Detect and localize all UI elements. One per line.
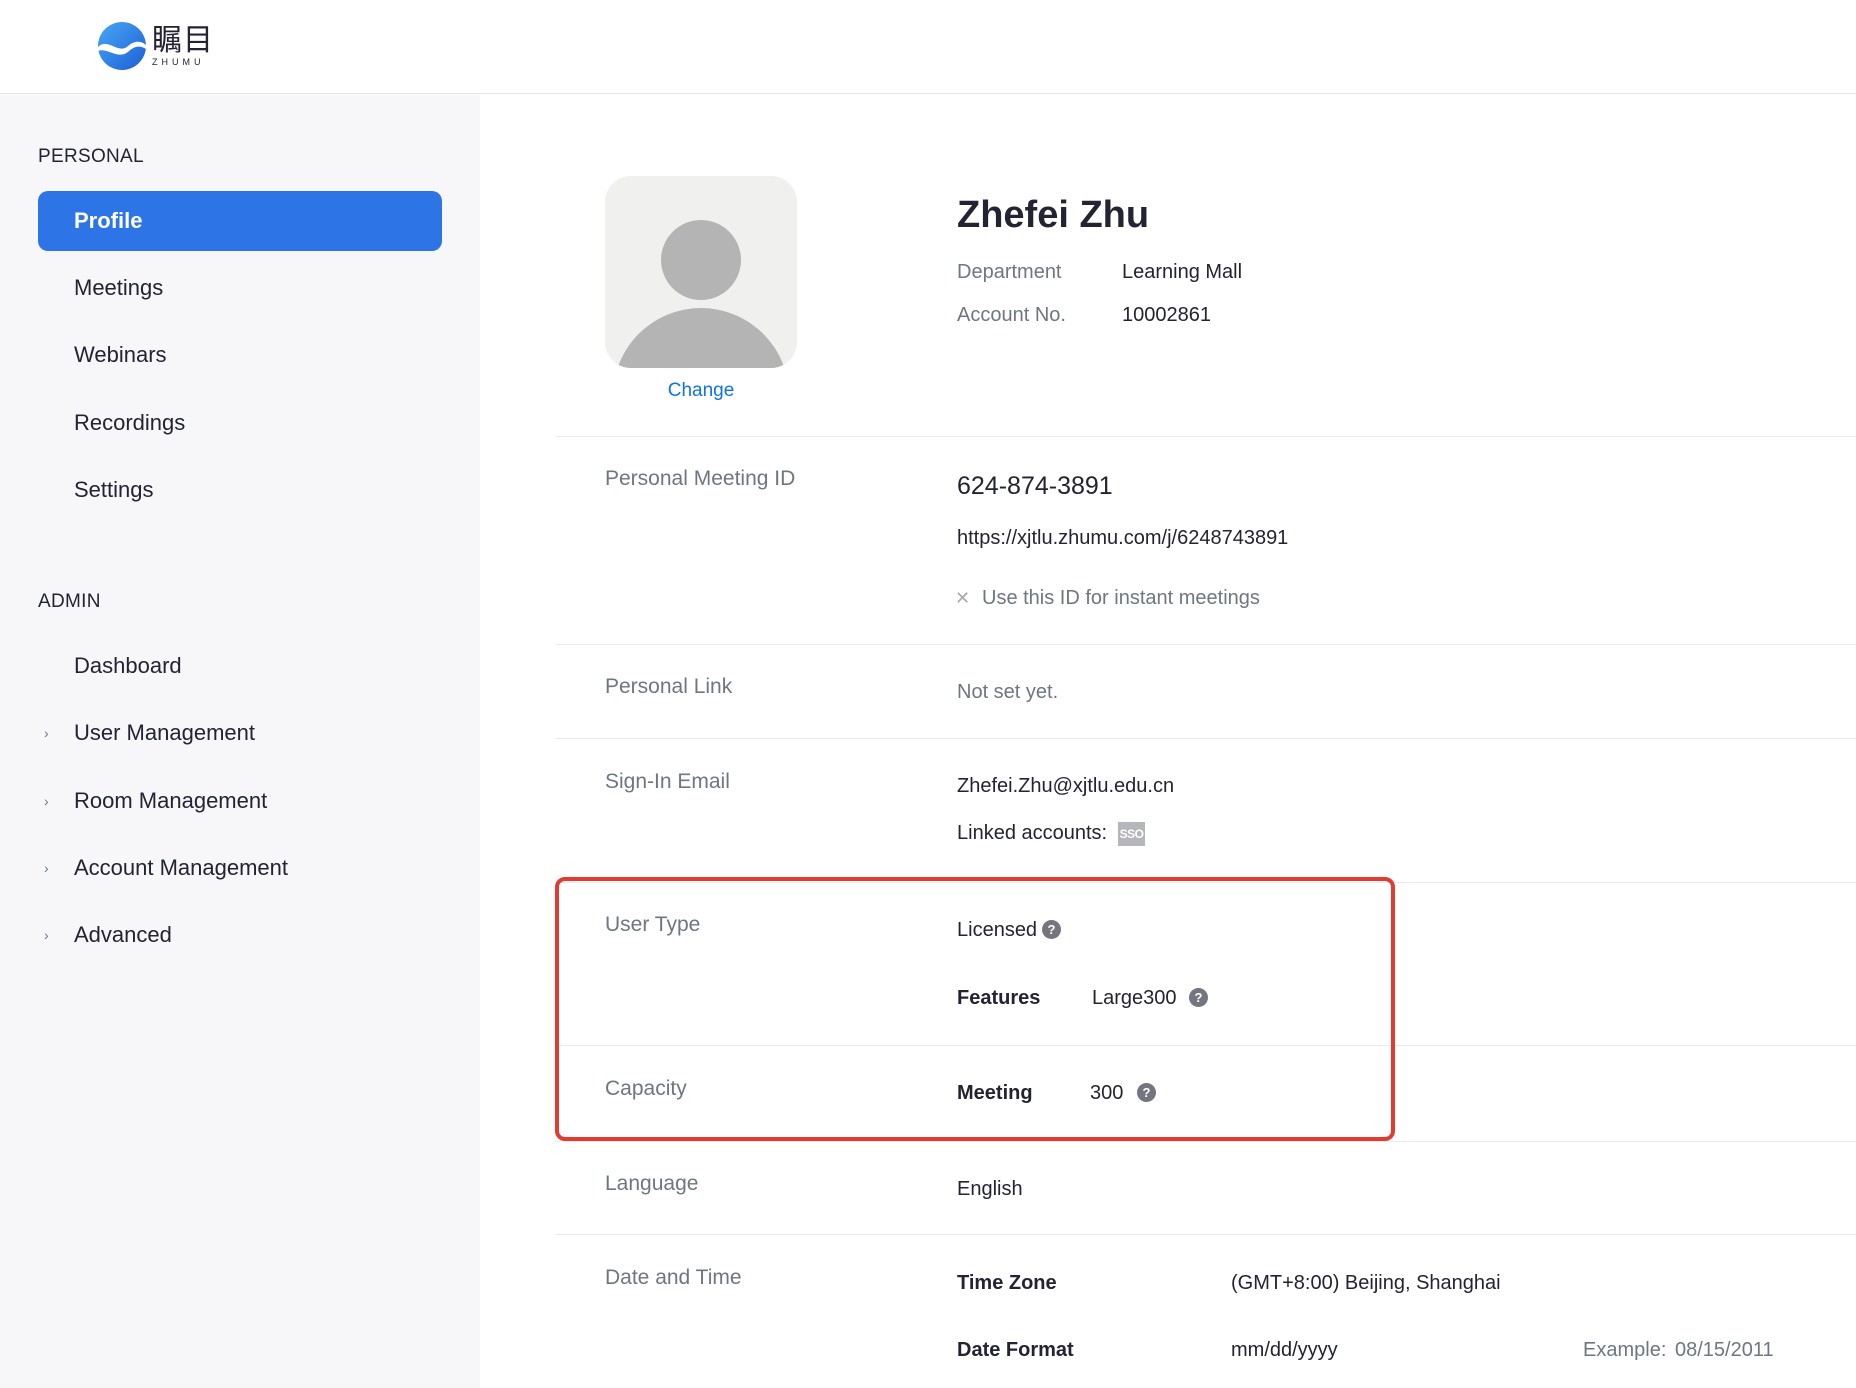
sidebar-item-room-management[interactable]: › Room Management bbox=[38, 771, 442, 831]
close-icon: ✕ bbox=[955, 588, 971, 608]
date-time-label: Date and Time bbox=[605, 1266, 742, 1289]
divider bbox=[555, 436, 1856, 437]
sidebar-item-label: Account Management bbox=[74, 855, 289, 880]
sidebar-item-label: User Management bbox=[74, 720, 255, 745]
sidebar-item-label: Profile bbox=[74, 208, 143, 233]
avatar-body-shape bbox=[613, 308, 789, 368]
logo-en: ZHUMU bbox=[152, 56, 205, 67]
divider bbox=[555, 738, 1856, 739]
personal-link-value: Not set yet. bbox=[957, 681, 1059, 703]
chevron-right-icon: › bbox=[44, 793, 49, 809]
logo-cn: 瞩目 bbox=[152, 22, 214, 58]
sidebar-item-profile[interactable]: Profile bbox=[38, 191, 442, 251]
department-label: Department bbox=[957, 261, 1062, 283]
help-icon[interactable]: ? bbox=[1042, 920, 1061, 939]
sidebar-item-advanced[interactable]: › Advanced bbox=[38, 905, 442, 965]
top-header: 瞩目 ZHUMU bbox=[0, 0, 1856, 94]
zhumu-logo[interactable]: 瞩目 ZHUMU bbox=[96, 18, 216, 74]
sidebar-item-label: Room Management bbox=[74, 788, 268, 813]
personal-link-label: Personal Link bbox=[605, 675, 733, 698]
sidebar-item-dashboard[interactable]: Dashboard bbox=[38, 636, 442, 696]
department-value: Learning Mall bbox=[1122, 261, 1243, 283]
pmi-label: Personal Meeting ID bbox=[605, 467, 796, 490]
sidebar-item-label: Advanced bbox=[74, 922, 172, 947]
features-value: Large300 bbox=[1092, 987, 1177, 1009]
sidebar-item-label: Webinars bbox=[74, 342, 167, 367]
divider bbox=[555, 1234, 1856, 1235]
help-icon[interactable]: ? bbox=[1137, 1083, 1156, 1102]
sign-in-email-value: Zhefei.Zhu@xjtlu.edu.cn bbox=[957, 775, 1175, 797]
linked-accounts-label: Linked accounts: bbox=[957, 822, 1108, 844]
sidebar-item-recordings[interactable]: Recordings bbox=[38, 393, 442, 453]
divider bbox=[555, 882, 1856, 883]
date-format-value: mm/dd/yyyy bbox=[1231, 1339, 1338, 1361]
sidebar-item-webinars[interactable]: Webinars bbox=[38, 325, 442, 385]
help-icon[interactable]: ? bbox=[1189, 988, 1208, 1007]
sidebar-section-personal: PERSONAL bbox=[38, 146, 144, 167]
change-avatar-link[interactable]: Change bbox=[605, 380, 797, 402]
divider bbox=[555, 1045, 1856, 1046]
language-label: Language bbox=[605, 1172, 699, 1195]
sidebar-item-user-management[interactable]: › User Management bbox=[38, 703, 442, 763]
capacity-meeting-label: Meeting bbox=[957, 1082, 1033, 1104]
divider bbox=[555, 1141, 1856, 1142]
account-no-value: 10002861 bbox=[1122, 304, 1211, 326]
sidebar-item-label: Meetings bbox=[74, 275, 164, 300]
profile-name: Zhefei Zhu bbox=[957, 194, 1150, 236]
sidebar-item-meetings[interactable]: Meetings bbox=[38, 258, 442, 318]
time-zone-value: (GMT+8:00) Beijing, Shanghai bbox=[1231, 1272, 1501, 1294]
zhumu-logo-icon bbox=[98, 22, 146, 70]
language-value: English bbox=[957, 1178, 1023, 1200]
logo-text: 瞩目 ZHUMU bbox=[152, 22, 214, 67]
sidebar-section-admin: ADMIN bbox=[38, 591, 101, 612]
date-format-label: Date Format bbox=[957, 1339, 1074, 1361]
sso-badge: SSO bbox=[1118, 822, 1145, 846]
capacity-label: Capacity bbox=[605, 1077, 687, 1100]
date-example-label: Example: bbox=[1583, 1339, 1667, 1361]
sidebar-item-label: Settings bbox=[74, 477, 154, 502]
features-label: Features bbox=[957, 987, 1041, 1009]
sign-in-email-label: Sign-In Email bbox=[605, 770, 730, 793]
chevron-right-icon: › bbox=[44, 927, 49, 943]
sidebar-item-label: Dashboard bbox=[74, 653, 182, 678]
chevron-right-icon: › bbox=[44, 860, 49, 876]
user-type-label: User Type bbox=[605, 913, 701, 936]
instant-meetings-option: Use this ID for instant meetings bbox=[982, 587, 1260, 609]
chevron-right-icon: › bbox=[44, 725, 49, 741]
avatar-head-shape bbox=[661, 220, 741, 300]
time-zone-label: Time Zone bbox=[957, 1272, 1057, 1294]
divider bbox=[555, 644, 1856, 645]
account-no-label: Account No. bbox=[957, 304, 1066, 326]
date-example-value: 08/15/2011 bbox=[1675, 1339, 1774, 1361]
sidebar-item-account-management[interactable]: › Account Management bbox=[38, 838, 442, 898]
avatar[interactable] bbox=[605, 176, 797, 368]
user-type-value: Licensed bbox=[957, 919, 1038, 941]
sidebar-item-settings[interactable]: Settings bbox=[38, 460, 442, 520]
capacity-meeting-value: 300 bbox=[1090, 1082, 1124, 1104]
sidebar-item-label: Recordings bbox=[74, 410, 186, 435]
pmi-url[interactable]: https://xjtlu.zhumu.com/j/6248743891 bbox=[957, 527, 1288, 550]
pmi-value: 624-874-3891 bbox=[957, 472, 1113, 500]
